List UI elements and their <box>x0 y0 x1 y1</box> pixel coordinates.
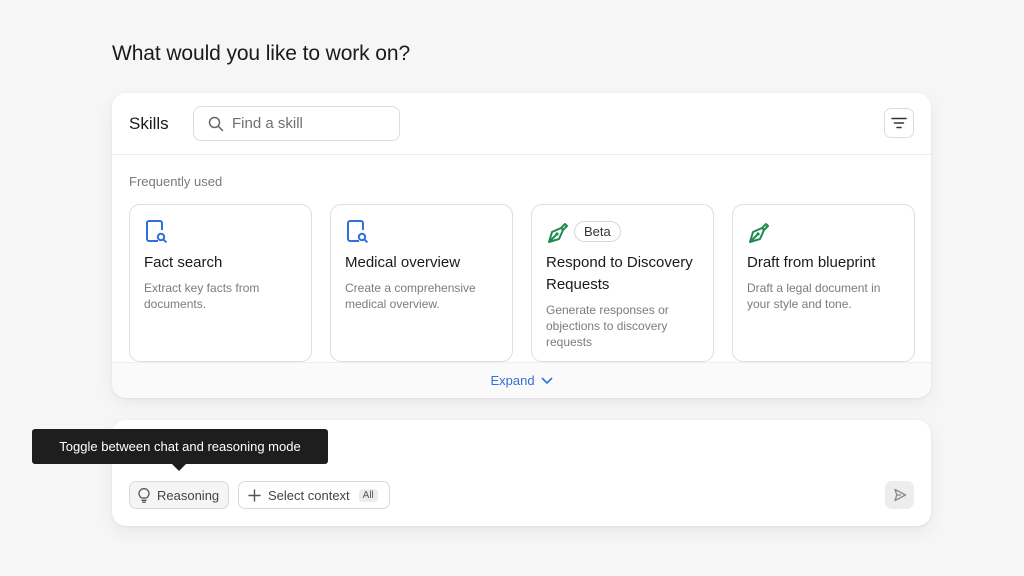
pen-nib-icon <box>749 223 769 243</box>
skill-card-title: Draft from blueprint <box>747 254 876 271</box>
beta-badge: Beta <box>574 221 621 242</box>
skill-card-draft-blueprint[interactable]: Draft from blueprint Draft a legal docum… <box>732 204 915 362</box>
skill-card-description: Draft a legal document in your style and… <box>747 281 881 311</box>
expand-label: Expand <box>490 373 535 388</box>
lightbulb-icon <box>138 487 150 503</box>
skill-card-description: Extract key facts from documents. <box>144 281 260 311</box>
context-scope-tag: All <box>358 488 378 502</box>
search-icon <box>208 116 224 132</box>
skill-card-medical-overview[interactable]: Medical overview Create a comprehensive … <box>330 204 513 362</box>
skill-search-box[interactable] <box>193 106 400 141</box>
reasoning-toggle-button[interactable]: Reasoning <box>129 481 229 509</box>
skill-search-input[interactable] <box>232 107 392 140</box>
skill-card-description: Create a comprehensive medical overview. <box>345 281 476 311</box>
filter-button[interactable] <box>884 108 914 138</box>
send-icon <box>893 488 906 502</box>
chevron-down-icon <box>541 377 552 384</box>
skill-card-title: Fact search <box>144 254 223 271</box>
skills-panel: Skills Frequently used Fact search Extra… <box>112 93 931 398</box>
filter-icon <box>891 117 907 129</box>
select-context-label: Select context <box>268 487 350 503</box>
pen-nib-icon <box>548 223 568 243</box>
reasoning-label: Reasoning <box>157 487 220 503</box>
frequently-used-label: Frequently used <box>129 174 223 189</box>
tooltip-arrow <box>172 464 186 471</box>
reasoning-tooltip: Toggle between chat and reasoning mode <box>32 429 328 464</box>
document-search-icon <box>146 220 167 243</box>
skills-header: Skills <box>112 93 931 155</box>
document-search-icon <box>347 220 368 243</box>
send-button[interactable] <box>885 481 914 509</box>
plus-icon <box>248 488 261 502</box>
page-title: What would you like to work on? <box>112 42 411 65</box>
expand-button[interactable]: Expand <box>112 362 931 398</box>
skill-card-title: Medical overview <box>345 254 461 271</box>
skill-card-description: Generate responses or objections to disc… <box>546 303 669 349</box>
skill-card-title: Respond to Discovery Requests <box>546 254 693 293</box>
skills-title: Skills <box>129 114 169 133</box>
skill-card-fact-search[interactable]: Fact search Extract key facts from docum… <box>129 204 312 362</box>
select-context-button[interactable]: Select context All <box>238 481 390 509</box>
skill-card-respond-discovery[interactable]: Beta Respond to Discovery Requests Gener… <box>531 204 714 362</box>
